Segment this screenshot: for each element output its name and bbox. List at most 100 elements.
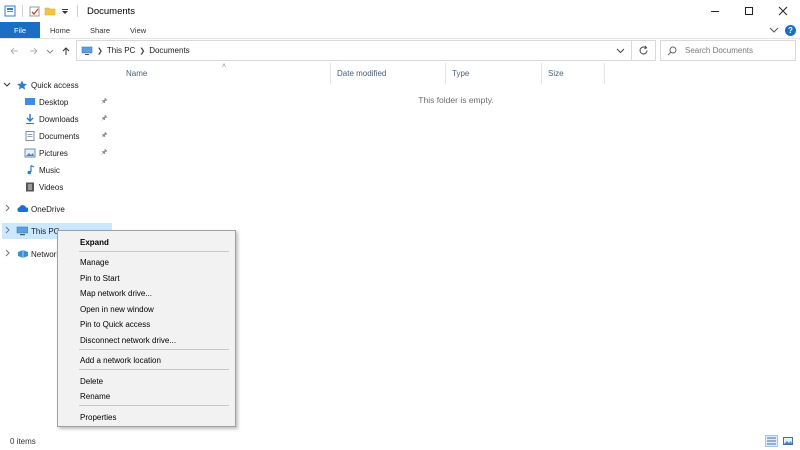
forward-button[interactable] — [24, 41, 44, 61]
document-icon — [25, 131, 35, 141]
nav-item-music[interactable]: Music — [24, 162, 112, 178]
menu-item-pin-to-quick-access[interactable]: Pin to Quick access — [80, 317, 150, 331]
menu-item-manage[interactable]: Manage — [80, 255, 109, 269]
nav-label: Desktop — [39, 97, 69, 107]
ribbon-tabs: File Home Share View ? — [0, 22, 800, 39]
pin-icon: 🖈︎ — [101, 149, 108, 156]
menu-item-properties[interactable]: Properties — [80, 410, 116, 424]
chevron-right-icon[interactable] — [2, 249, 12, 259]
nav-item-documents[interactable]: Documents — [24, 128, 112, 144]
nav-label: Quick access — [31, 80, 79, 90]
properties-icon[interactable] — [4, 5, 16, 17]
details-view-button[interactable] — [765, 435, 778, 447]
menu-item-pin-to-start[interactable]: Pin to Start — [80, 271, 120, 285]
view-toggle — [765, 435, 794, 447]
search-placeholder: Search Documents — [685, 46, 754, 55]
breadcrumb-this-pc[interactable]: This PC — [107, 46, 135, 55]
star-icon — [17, 80, 27, 90]
breadcrumb-documents[interactable]: Documents — [149, 46, 189, 55]
pin-icon: 🖈︎ — [101, 115, 108, 122]
refresh-icon — [639, 45, 648, 55]
chevron-down-icon — [46, 49, 54, 54]
refresh-button[interactable] — [632, 40, 656, 61]
cloud-icon — [17, 205, 28, 212]
menu-separator — [79, 349, 229, 350]
download-icon — [26, 114, 34, 124]
tab-file[interactable]: File — [0, 22, 40, 38]
window-title: Documents — [87, 5, 136, 17]
tab-view[interactable]: View — [120, 22, 156, 38]
folder-icon[interactable] — [44, 5, 56, 17]
quick-access-toolbar — [0, 5, 81, 17]
tab-home[interactable]: Home — [40, 22, 80, 38]
nav-label: Music — [39, 165, 60, 175]
large-icons-view-button[interactable] — [781, 435, 794, 447]
menu-item-rename[interactable]: Rename — [80, 389, 110, 403]
pictures-icon — [24, 148, 36, 158]
ribbon-right-controls: ? — [769, 23, 796, 38]
menu-item-disconnect-network-drive[interactable]: Disconnect network drive... — [80, 333, 176, 347]
maximize-button[interactable] — [732, 0, 766, 22]
tab-share[interactable]: Share — [80, 22, 120, 38]
this-pc-icon — [81, 46, 93, 55]
pin-icon: 🖈︎ — [101, 132, 108, 139]
nav-label: Network — [31, 249, 61, 259]
empty-folder-message: This folder is empty. — [418, 95, 494, 105]
menu-separator — [79, 369, 229, 370]
column-name[interactable]: Name — [120, 63, 331, 84]
menu-item-map-network-drive[interactable]: Map network drive... — [80, 286, 152, 300]
help-icon[interactable]: ? — [785, 25, 796, 36]
menu-separator — [79, 251, 229, 252]
address-bar[interactable]: ❯ This PC ❯ Documents — [76, 40, 632, 61]
breadcrumb-separator-icon[interactable]: ❯ — [139, 47, 145, 55]
status-bar: 0 items — [0, 433, 800, 450]
nav-label: Downloads — [39, 114, 79, 124]
column-type[interactable]: Type — [446, 63, 542, 84]
menu-separator — [79, 405, 229, 406]
forward-arrow-icon — [30, 47, 38, 55]
search-input[interactable]: Search Documents — [660, 40, 796, 61]
nav-item-pictures[interactable]: Pictures — [24, 145, 112, 161]
close-icon — [778, 6, 788, 16]
navigation-bar: ❯ This PC ❯ Documents Search Documents — [0, 39, 800, 63]
chevron-right-icon[interactable] — [2, 204, 12, 214]
network-icon — [18, 250, 28, 258]
nav-label: This PC — [31, 226, 60, 236]
breadcrumb-separator-icon[interactable]: ❯ — [97, 47, 103, 55]
column-date-modified[interactable]: Date modified — [331, 63, 446, 84]
minimize-button[interactable] — [698, 0, 732, 22]
expand-ribbon-icon[interactable] — [769, 26, 779, 36]
nav-label: Documents — [39, 131, 80, 141]
new-folder-check-icon[interactable] — [29, 5, 41, 17]
chevron-down-icon[interactable] — [2, 80, 12, 90]
recent-locations-button[interactable] — [44, 41, 56, 61]
chevron-right-icon[interactable] — [2, 226, 12, 236]
back-arrow-icon — [10, 47, 18, 55]
address-dropdown-icon[interactable] — [616, 46, 625, 57]
nav-label: Videos — [39, 182, 64, 192]
music-note-icon — [27, 165, 35, 175]
nav-item-desktop[interactable]: Desktop — [24, 94, 112, 110]
menu-item-delete[interactable]: Delete — [80, 374, 103, 388]
this-pc-icon — [16, 226, 28, 236]
toolbar-divider — [22, 5, 23, 17]
item-count: 0 items — [10, 437, 36, 446]
nav-item-videos[interactable]: Videos — [24, 179, 112, 195]
nav-onedrive[interactable]: OneDrive — [2, 201, 112, 217]
menu-item-expand[interactable]: Expand — [80, 235, 109, 249]
title-divider — [77, 5, 78, 17]
column-size[interactable]: Size — [542, 63, 605, 84]
details-view-icon — [767, 437, 776, 445]
close-button[interactable] — [766, 0, 800, 22]
back-button[interactable] — [4, 41, 24, 61]
menu-item-open-in-new-window[interactable]: Open in new window — [80, 302, 154, 316]
nav-item-downloads[interactable]: Downloads — [24, 111, 112, 127]
nav-quick-access[interactable]: Quick access — [2, 77, 112, 93]
up-button[interactable] — [56, 41, 76, 61]
up-arrow-icon — [62, 47, 70, 55]
column-headers: ˄ Name Date modified Type Size — [112, 63, 800, 84]
pin-icon: 🖈︎ — [101, 98, 108, 105]
desktop-icon — [25, 98, 35, 105]
menu-item-add-network-location[interactable]: Add a network location — [80, 353, 161, 367]
customize-toolbar-dropdown-icon[interactable] — [59, 5, 71, 17]
